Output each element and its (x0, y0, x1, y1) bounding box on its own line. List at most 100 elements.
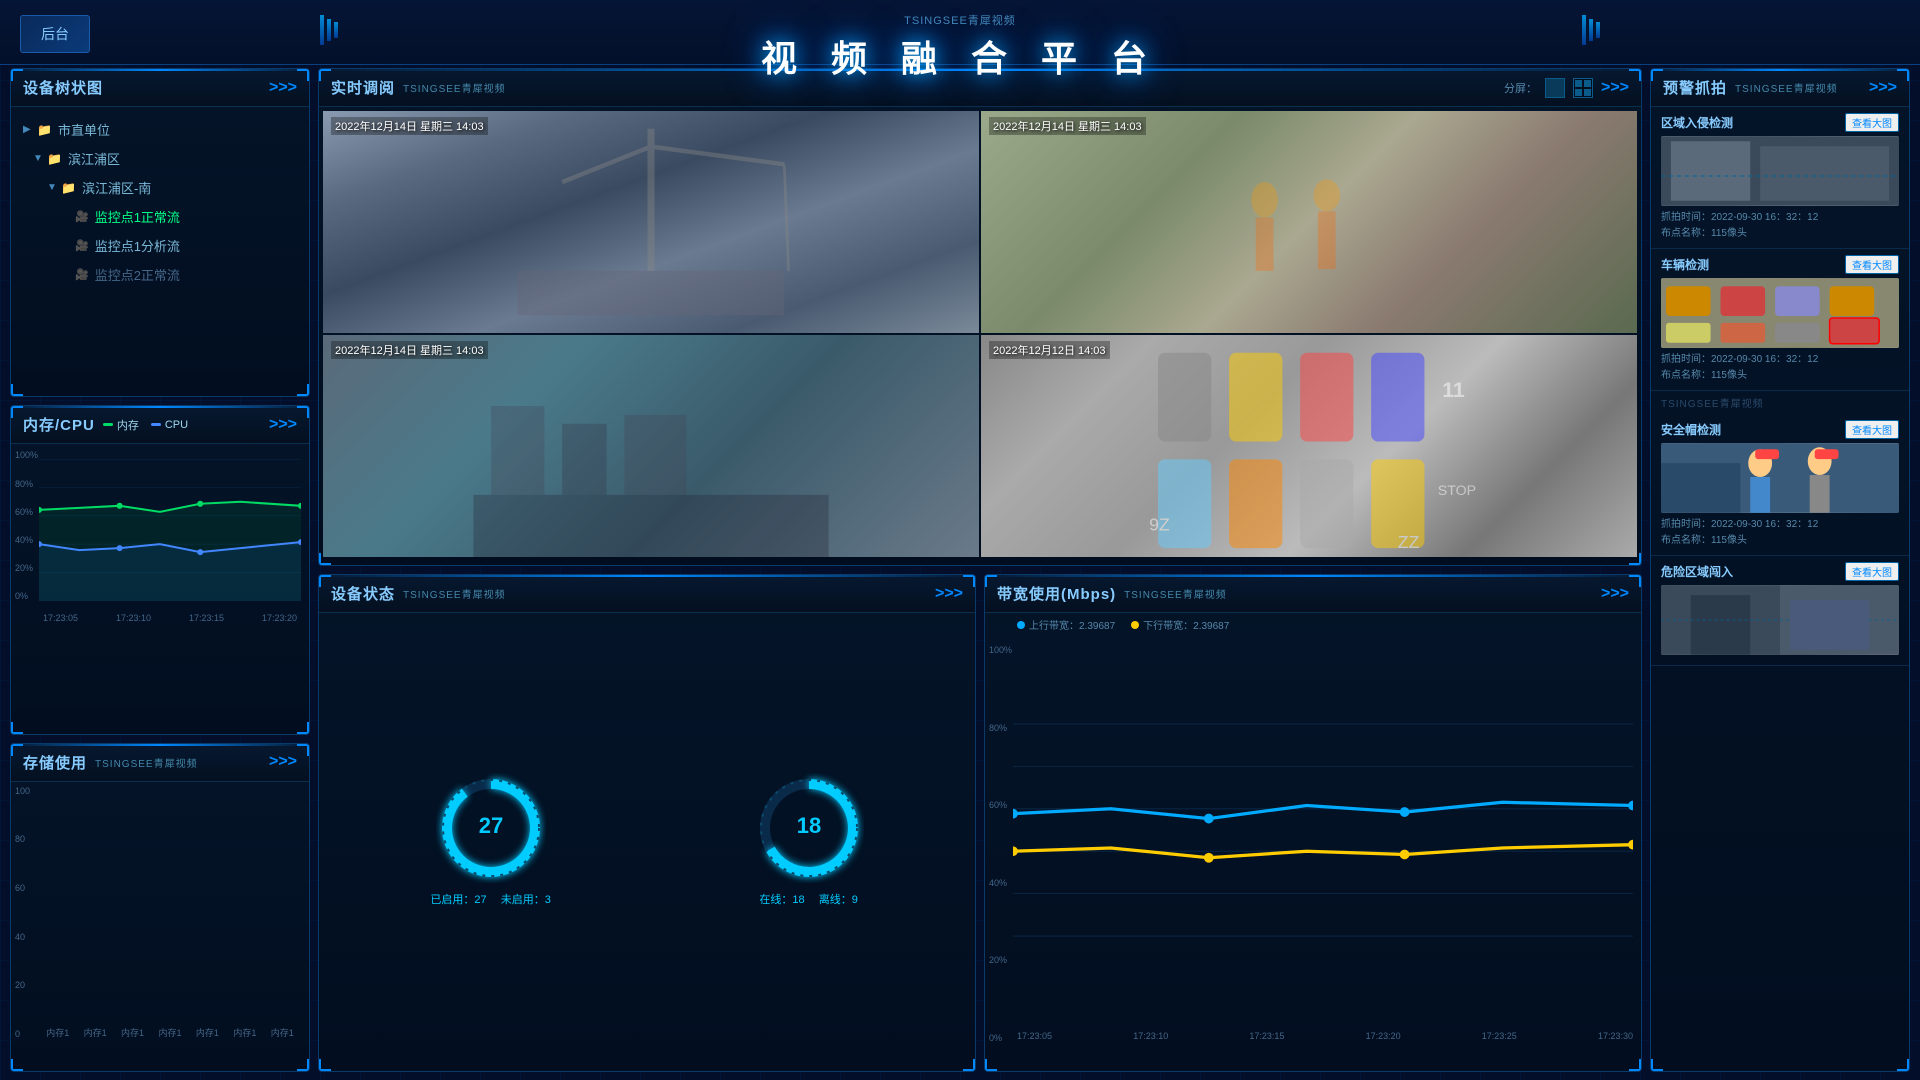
alert-thumb-3 (1661, 443, 1899, 513)
device-tree-title: 设备树状图 (23, 77, 103, 98)
mem-cpu-header: 内存/CPU 内存 CPU >>> (11, 406, 309, 444)
left-column: 设备树状图 >>> ▶ 📁 市直单位 ▼ 📁 滨江浦区 ▼ 📁 滨江浦区-南 (10, 68, 310, 1072)
split-label: 分屏： (1504, 80, 1537, 96)
realtime-title: 实时调阅 (331, 77, 395, 98)
bw-legend-upload: 上行带宽：2.39687 (1017, 617, 1115, 632)
tree-label-binjiang-south: 滨江浦区-南 (82, 178, 151, 197)
tree-arrow-2: ▼ (33, 153, 47, 164)
device-status-header-left: 设备状态 TSINGSEE青犀视频 (331, 583, 506, 604)
device-tree-more[interactable]: >>> (269, 79, 297, 97)
alert-4-title-row: 危险区域闯入 查看大图 (1661, 562, 1899, 581)
legend-mem-dot (103, 423, 113, 426)
deco-bar-3 (334, 22, 338, 38)
video-feed-2 (981, 111, 1637, 333)
bar-2: 内存1 (84, 1023, 107, 1039)
alert-2-time: 抓拍时间：2022-09-30 16：32：12 (1661, 352, 1899, 368)
device-status-more[interactable]: >>> (935, 585, 963, 603)
alerts-header: 预警抓拍 TSINGSEE青犀视频 >>> (1651, 69, 1909, 107)
tree-arrow-1: ▶ (23, 124, 37, 135)
video-feed-1 (323, 111, 979, 333)
cam-icon-1: 🎥 (75, 210, 89, 223)
alert-thumb-2-img (1661, 278, 1899, 348)
alerts-header-left: 预警抓拍 TSINGSEE青犀视频 (1663, 77, 1838, 98)
download-dot (1131, 621, 1139, 629)
split-4-button[interactable] (1573, 78, 1593, 98)
tree-item-shizhi[interactable]: ▶ 📁 市直单位 (19, 115, 301, 144)
mem-cpu-header-left: 内存/CPU 内存 CPU (23, 414, 188, 435)
svg-text:ZZ: ZZ (1398, 532, 1420, 552)
legend-mem-label: 内存 (117, 417, 139, 433)
bandwidth-title: 带宽使用(Mbps) (997, 583, 1116, 604)
realtime-more[interactable]: >>> (1601, 79, 1629, 97)
video-cell-3[interactable]: 2022年12月14日 星期三 14:03 (323, 335, 979, 557)
alert-1-view-btn[interactable]: 查看大图 (1845, 113, 1899, 132)
realtime-header-left: 实时调阅 TSINGSEE青犀视频 (331, 77, 506, 98)
alert-2-view-btn[interactable]: 查看大图 (1845, 255, 1899, 274)
alerts-panel: 预警抓拍 TSINGSEE青犀视频 >>> 区域入侵检测 查看大图 抓拍时间：2… (1650, 68, 1910, 1072)
realtime-brand: TSINGSEE青犀视频 (403, 80, 506, 95)
alert-2-type: 车辆检测 (1661, 256, 1709, 273)
alert-item-4: 危险区域闯入 查看大图 (1651, 556, 1909, 666)
bottom-center: 设备状态 TSINGSEE青犀视频 >>> 27 (318, 574, 1642, 1072)
alert-thumb-1-img (1661, 136, 1899, 206)
device-status-header: 设备状态 TSINGSEE青犀视频 >>> (319, 575, 975, 613)
alerts-more[interactable]: >>> (1869, 79, 1897, 97)
alert-item-1: 区域入侵检测 查看大图 抓拍时间：2022-09-30 16：32：12 布点名… (1651, 107, 1909, 249)
folder-icon-3: 📁 (61, 181, 76, 195)
bar-label-3: 内存1 (121, 1026, 144, 1039)
bandwidth-more[interactable]: >>> (1601, 585, 1629, 603)
storage-bars-container: 内存1 内存1 内存1 内存1 (19, 786, 301, 1039)
alert-thumb-4 (1661, 585, 1899, 655)
storage-more[interactable]: >>> (269, 753, 297, 771)
deco-bar-1 (320, 15, 324, 45)
alert-item-2: 车辆检测 查看大图 抓拍时间：2022-09-30 16：32：12 (1651, 249, 1909, 391)
video-cell-2[interactable]: 2022年12月14日 星期三 14:03 (981, 111, 1637, 333)
mem-cpu-legend: 内存 CPU (103, 417, 188, 433)
alert-3-type: 安全帽检测 (1661, 421, 1721, 438)
bar-6: 内存1 (233, 1023, 256, 1039)
download-label: 下行带宽：2.39687 (1143, 617, 1229, 632)
alert-3-info: 抓拍时间：2022-09-30 16：32：12 布点名称：115像头 (1661, 517, 1899, 549)
svg-text:STOP: STOP (1438, 483, 1476, 499)
tree-content: ▶ 📁 市直单位 ▼ 📁 滨江浦区 ▼ 📁 滨江浦区-南 🎥 (11, 107, 309, 297)
alert-4-view-btn[interactable]: 查看大图 (1845, 562, 1899, 581)
realtime-panel: 实时调阅 TSINGSEE青犀视频 分屏： >>> (318, 68, 1642, 566)
tree-item-cam2-normal[interactable]: 🎥 监控点2正常流 (19, 260, 301, 289)
video-cell-4[interactable]: 11 STOP 9Z ZZ 2022年12月12日 14:03 (981, 335, 1637, 557)
tree-item-cam1-normal[interactable]: 🎥 监控点1正常流 (19, 202, 301, 231)
tree-item-cam1-analysis[interactable]: 🎥 监控点1分析流 (19, 231, 301, 260)
header-title: 视 频 融 合 平 台 (761, 30, 1159, 82)
bar-7: 内存1 (271, 1023, 294, 1039)
device-status-panel: 设备状态 TSINGSEE青犀视频 >>> 27 (318, 574, 976, 1072)
video-cell-1[interactable]: 2022年12月14日 星期三 14:03 (323, 111, 979, 333)
mem-cpu-title: 内存/CPU (23, 414, 95, 435)
alert-thumb-2 (1661, 278, 1899, 348)
split-1-button[interactable] (1545, 78, 1565, 98)
bandwidth-legend: 上行带宽：2.39687 下行带宽：2.39687 (993, 617, 1633, 632)
split-inner-2 (1583, 79, 1592, 88)
tree-item-binjiang-south[interactable]: ▼ 📁 滨江浦区-南 (19, 173, 301, 202)
legend-mem: 内存 (103, 417, 139, 433)
video-timestamp-4: 2022年12月12日 14:03 (989, 341, 1110, 359)
video-timestamp-3: 2022年12月14日 星期三 14:03 (331, 341, 488, 359)
header: 后台 TSINGSEE青犀视频 视 频 融 合 平 台 (0, 0, 1920, 65)
alert-1-type: 区域入侵检测 (1661, 114, 1733, 131)
split-inner-1 (1574, 79, 1583, 88)
svg-text:27: 27 (478, 813, 502, 838)
cam-icon-2: 🎥 (75, 239, 89, 252)
alert-1-info: 抓拍时间：2022-09-30 16：32：12 布点名称：115像头 (1661, 210, 1899, 242)
device-status-title: 设备状态 (331, 583, 395, 604)
back-button[interactable]: 后台 (20, 15, 90, 53)
bar-label-4: 内存1 (158, 1026, 181, 1039)
video-feed-4: 11 STOP 9Z ZZ (981, 335, 1637, 557)
donut-active: 27 已启用：27 未启用：3 (430, 773, 550, 907)
bandwidth-brand: TSINGSEE青犀视频 (1124, 586, 1227, 601)
mem-cpu-more[interactable]: >>> (269, 416, 297, 434)
bar-5: 内存1 (196, 1023, 219, 1039)
video-timestamp-2: 2022年12月14日 星期三 14:03 (989, 117, 1146, 135)
tree-item-binjiang[interactable]: ▼ 📁 滨江浦区 (19, 144, 301, 173)
alert-3-view-btn[interactable]: 查看大图 (1845, 420, 1899, 439)
storage-title: 存储使用 (23, 752, 87, 773)
bw-legend-download: 下行带宽：2.39687 (1131, 617, 1229, 632)
bandwidth-header: 带宽使用(Mbps) TSINGSEE青犀视频 >>> (985, 575, 1641, 613)
